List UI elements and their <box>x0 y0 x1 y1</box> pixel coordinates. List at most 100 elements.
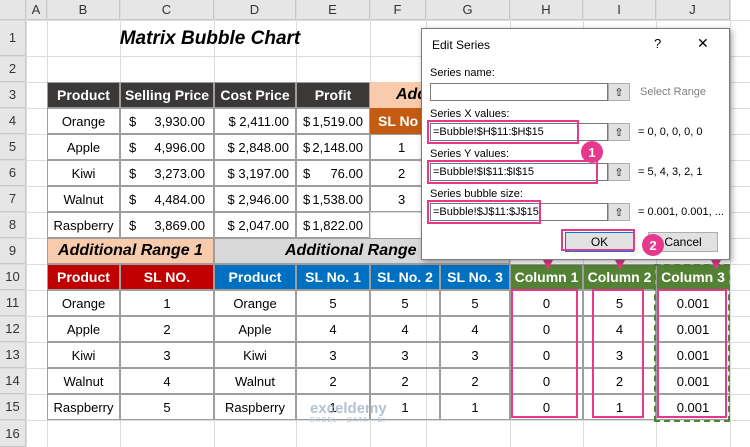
select-range-text: Select Range <box>640 86 707 98</box>
column-header-f[interactable]: F <box>370 0 426 20</box>
column-header-c[interactable]: C <box>120 0 214 20</box>
header-cell: Column 1 <box>510 264 583 290</box>
row-header-12[interactable]: 12 <box>0 316 26 342</box>
table-cell: Orange <box>47 290 120 316</box>
row-header-5[interactable]: 5 <box>0 134 26 160</box>
column-header-b[interactable]: B <box>47 0 120 20</box>
column-header-g[interactable]: G <box>426 0 510 20</box>
table-cell: 5 <box>440 290 510 316</box>
row-header-7[interactable]: 7 <box>0 186 26 212</box>
x-input-highlight <box>427 120 579 144</box>
cost-price-cell: $ 2,411.00 <box>214 108 296 134</box>
currency-symbol: $ <box>303 113 311 129</box>
profit-cell: $1,538.00 <box>296 186 370 212</box>
column-header-h[interactable]: H <box>510 0 583 20</box>
ok-highlight <box>561 229 635 251</box>
table-cell: Kiwi <box>47 342 120 368</box>
row-header-9[interactable]: 9 <box>0 238 26 264</box>
column1-highlight <box>511 289 578 418</box>
row-header-10[interactable]: 10 <box>0 264 26 290</box>
column-header-d[interactable]: D <box>214 0 296 20</box>
dialog-title: Edit Series <box>432 38 491 52</box>
column-header-j[interactable]: J <box>656 0 730 20</box>
table-cell: Orange <box>214 290 296 316</box>
profit-cell: $1,822.00 <box>296 212 370 238</box>
excel-window: { "columns": ["A","B","C","D","E","F","G… <box>0 0 750 447</box>
table-cell: 4 <box>296 316 370 342</box>
cost-price-cell: $ 2,848.00 <box>214 134 296 160</box>
table-cell: 1 <box>120 290 214 316</box>
amount: 4,996.00 <box>154 139 205 155</box>
watermark: exceldemy EXCEL · DATA · BI <box>310 400 460 430</box>
header-cell: Column 2 <box>583 264 656 290</box>
row-header-15[interactable]: 15 <box>0 394 26 420</box>
table-cell: Walnut <box>214 368 296 394</box>
close-button[interactable]: ✕ <box>697 35 709 52</box>
table-cell: Walnut <box>47 368 120 394</box>
row-header-1[interactable]: 1 <box>0 20 26 56</box>
column-header-e[interactable]: E <box>296 0 370 20</box>
currency-symbol: $ <box>129 113 137 129</box>
row-header-2[interactable]: 2 <box>0 56 26 82</box>
x-values-label: Series X values: <box>430 108 510 120</box>
x-values-result: = 0, 0, 0, 0, 0 <box>638 126 703 138</box>
header-cell: Product <box>47 82 120 108</box>
cost-price-cell: $ 2,946.00 <box>214 186 296 212</box>
currency-symbol: $ <box>129 191 137 207</box>
row-header-8[interactable]: 8 <box>0 212 26 238</box>
row-header-13[interactable]: 13 <box>0 342 26 368</box>
row-header-4[interactable]: 4 <box>0 108 26 134</box>
product-cell: Kiwi <box>47 160 120 186</box>
table-cell: Kiwi <box>214 342 296 368</box>
product-cell: Apple <box>47 134 120 160</box>
amount: 3,869.00 <box>154 217 205 233</box>
table-cell: 2 <box>296 368 370 394</box>
product-cell: Orange <box>47 108 120 134</box>
row-header-3[interactable]: 3 <box>0 82 26 108</box>
product-cell: Raspberry <box>47 212 120 238</box>
side-table-header: SL No <box>370 108 426 134</box>
collapse-icon[interactable]: ⇧ <box>608 83 630 101</box>
header-cell: SL NO. <box>120 264 214 290</box>
collapse-icon[interactable]: ⇧ <box>608 203 630 221</box>
header-cell: Cost Price <box>214 82 296 108</box>
series-name-input[interactable] <box>430 83 608 101</box>
currency-symbol: $ <box>303 165 311 181</box>
gridline-v <box>730 0 731 447</box>
size-input-highlight <box>427 200 541 224</box>
y-input-highlight <box>427 160 598 184</box>
row-header-16[interactable]: 16 <box>0 420 26 447</box>
y-values-label: Series Y values: <box>430 148 510 160</box>
row-header-6[interactable]: 6 <box>0 160 26 186</box>
watermark-name: exceldemy <box>310 400 387 417</box>
row-header-14[interactable]: 14 <box>0 368 26 394</box>
table-cell: 5 <box>120 394 214 420</box>
table-cell: 2 <box>440 368 510 394</box>
table-cell: 2 <box>120 316 214 342</box>
select-all-corner[interactable] <box>0 0 26 20</box>
row-header-11[interactable]: 11 <box>0 290 26 316</box>
collapse-icon[interactable]: ⇧ <box>608 163 630 181</box>
selling-price-cell: $3,273.00 <box>120 160 214 186</box>
range1-title: Additional Range 1 <box>47 238 214 264</box>
header-cell: SL No. 2 <box>370 264 440 290</box>
selling-price-cell: $3,869.00 <box>120 212 214 238</box>
table-cell: 5 <box>370 290 440 316</box>
amount: 1,538.00 <box>312 191 363 207</box>
column-header-i[interactable]: I <box>583 0 656 20</box>
currency-symbol: $ <box>303 191 311 207</box>
amount: 1,519.00 <box>312 113 363 129</box>
amount: 1,822.00 <box>312 217 363 233</box>
side-table-title: Add <box>370 82 426 108</box>
amount: 3,273.00 <box>154 165 205 181</box>
bubble-size-result: = 0.001, 0.001, ... <box>638 206 724 218</box>
help-button[interactable]: ? <box>654 36 661 51</box>
amount: 4,484.00 <box>154 191 205 207</box>
currency-symbol: $ <box>129 139 137 155</box>
selling-price-cell: $3,930.00 <box>120 108 214 134</box>
gridline-h <box>0 20 750 21</box>
column-header-a[interactable]: A <box>26 0 47 20</box>
collapse-icon[interactable]: ⇧ <box>608 123 630 141</box>
table-cell: 3 <box>120 342 214 368</box>
product-cell: Walnut <box>47 186 120 212</box>
